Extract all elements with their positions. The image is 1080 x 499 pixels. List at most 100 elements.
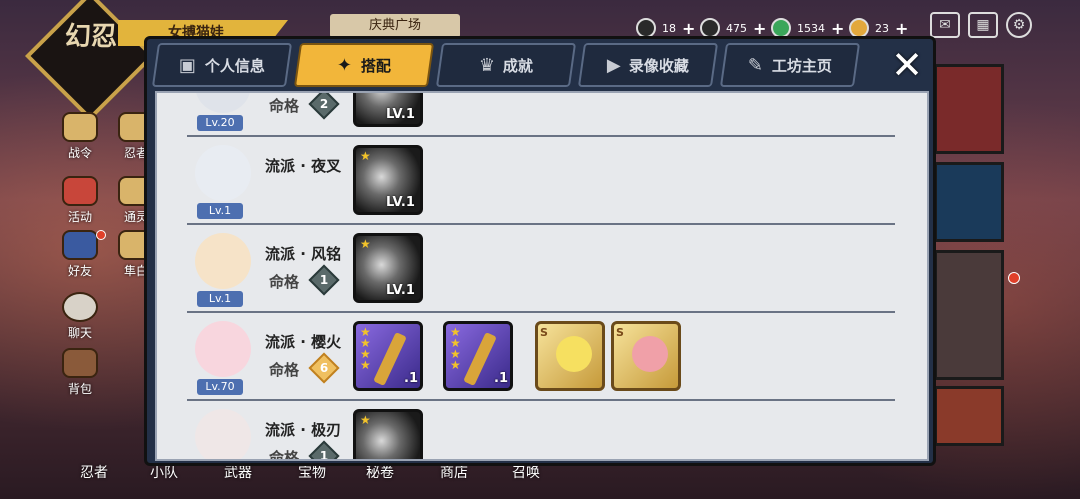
star-icon: ★ ★ ★ ★ xyxy=(450,325,461,372)
star-icon: ★ ★ ★ ★ xyxy=(360,325,371,372)
avatar[interactable] xyxy=(195,409,251,459)
sidebar-label: 好友 xyxy=(67,264,92,278)
level-badge: Lv.1 xyxy=(197,203,243,219)
school-label: 流派 · 极刃 xyxy=(265,421,342,439)
torii-icon xyxy=(62,176,98,206)
sidebar-item-friends[interactable]: 好友 xyxy=(58,230,102,279)
add-jade-button[interactable]: + xyxy=(831,19,844,38)
star-icon: ★ xyxy=(360,237,371,251)
weapon-slot[interactable]: ★ LV.1 xyxy=(353,145,423,215)
treasure-slot[interactable]: S xyxy=(611,321,681,391)
add-token-button[interactable]: + xyxy=(895,19,908,38)
weapon-level: .1 xyxy=(494,371,508,386)
fate-value: 1 xyxy=(319,449,329,461)
resource-value: 18 xyxy=(662,21,676,35)
star-icon: ★ xyxy=(360,149,371,163)
weapon-level: LV.1 xyxy=(386,283,415,298)
tab-label: 成就 xyxy=(503,56,534,75)
list-item: Lv.70 流派 · 樱火 命格 6 ★ ★ ★ ★ .1 ★ ★ ★ ★ .1 S S xyxy=(187,315,895,401)
blade-icon xyxy=(373,331,407,387)
fate-label: 命格 xyxy=(269,97,300,115)
tab-profile[interactable]: ▣ 个人信息 xyxy=(151,43,293,87)
sidebar-item-chat[interactable]: 聊天 xyxy=(58,292,102,341)
shop-icon[interactable]: ▦ xyxy=(968,12,998,38)
list-item: Lv.1 流派 · 夜叉 ★ LV.1 xyxy=(187,139,895,225)
avatar[interactable] xyxy=(195,233,251,289)
avatar[interactable] xyxy=(195,93,251,113)
pen-icon: ✎ xyxy=(748,54,764,76)
right-banner-card[interactable] xyxy=(934,386,1004,446)
onigiri-icon xyxy=(636,18,656,38)
avatar[interactable] xyxy=(195,145,251,201)
list-item: Lv.20 命格 2 LV.1 xyxy=(187,93,895,137)
star-icon: ★ xyxy=(360,413,371,427)
tab-replays[interactable]: ▶ 录像收藏 xyxy=(577,43,719,87)
rank-badge: S xyxy=(616,326,624,339)
battle-pass-icon xyxy=(62,112,98,142)
weapon-slot[interactable]: ★ xyxy=(353,409,423,459)
level-badge: Lv.1 xyxy=(197,291,243,307)
hud-icons: ✉ ▦ ⚙ xyxy=(930,12,1032,38)
resource-value: 475 xyxy=(726,21,747,35)
play-icon: ▶ xyxy=(607,54,621,76)
sidebar-label: 战令 xyxy=(67,146,92,160)
resource-value: 23 xyxy=(875,21,889,35)
tab-label: 个人信息 xyxy=(204,56,265,75)
plaza-sign[interactable]: 庆典广场 xyxy=(330,14,460,38)
right-banner-card[interactable] xyxy=(934,64,1004,154)
gear-icon[interactable]: ⚙ xyxy=(1006,12,1032,38)
fate-label: 命格 xyxy=(269,361,300,379)
list-item: 流派 · 极刃 命格 1 ★ xyxy=(187,403,895,461)
blade-icon xyxy=(463,331,497,387)
sidebar-item-bag[interactable]: 背包 xyxy=(58,348,102,397)
shuriken-icon: ✦ xyxy=(337,54,353,76)
notification-dot xyxy=(96,230,106,240)
weapon-slot[interactable]: ★ ★ ★ ★ .1 xyxy=(443,321,513,391)
treasure-slot[interactable]: S xyxy=(535,321,605,391)
mail-icon[interactable]: ✉ xyxy=(930,12,960,38)
coin-icon xyxy=(700,18,720,38)
resource-coin: 475 + xyxy=(700,18,766,38)
sidebar-item-events[interactable]: 活动 xyxy=(58,176,102,225)
friend-icon xyxy=(62,230,98,260)
weapon-level: LV.1 xyxy=(386,195,415,210)
token-icon xyxy=(849,18,869,38)
fate-value: 6 xyxy=(319,361,329,375)
fate-label: 命格 xyxy=(269,449,300,461)
weapon-slot[interactable]: ★ LV.1 xyxy=(353,233,423,303)
tab-label: 工坊主页 xyxy=(771,56,832,75)
weapon-slot[interactable]: ★ ★ ★ ★ .1 xyxy=(353,321,423,391)
gourd-icon xyxy=(556,336,592,372)
profile-icon: ▣ xyxy=(179,54,197,76)
fate-value: 1 xyxy=(319,273,329,287)
sidebar-label: 聊天 xyxy=(67,326,92,340)
notification-dot xyxy=(1008,272,1020,284)
avatar[interactable] xyxy=(195,321,251,377)
list-item: Lv.1 流派 · 风铭 命格 1 ★ LV.1 xyxy=(187,227,895,313)
close-button[interactable]: ✕ xyxy=(885,45,929,87)
profile-modal: ▣ 个人信息 ✦ 搭配 ♛ 成就 ▶ 录像收藏 ✎ 工坊主页 ✕ Lv.20 命… xyxy=(144,36,936,466)
sidebar-label: 背包 xyxy=(67,382,92,396)
weapon-slot[interactable]: LV.1 xyxy=(353,93,423,127)
add-onigiri-button[interactable]: + xyxy=(682,19,695,38)
chat-icon xyxy=(62,292,98,322)
tab-achievements[interactable]: ♛ 成就 xyxy=(435,43,577,87)
tab-loadout[interactable]: ✦ 搭配 xyxy=(293,43,435,87)
add-coin-button[interactable]: + xyxy=(753,19,766,38)
trophy-icon: ♛ xyxy=(478,54,496,76)
weapon-level: LV.1 xyxy=(386,107,415,122)
loadout-list[interactable]: Lv.20 命格 2 LV.1 Lv.1 流派 · 夜叉 ★ LV.1 Lv.1… xyxy=(155,91,929,461)
tab-label: 搭配 xyxy=(360,56,391,75)
tab-label: 录像收藏 xyxy=(628,56,689,75)
bag-icon xyxy=(62,348,98,378)
level-badge: Lv.70 xyxy=(197,379,243,395)
rank-badge: S xyxy=(540,326,548,339)
tab-workshop[interactable]: ✎ 工坊主页 xyxy=(719,43,861,87)
school-label: 流派 · 樱火 xyxy=(265,333,342,351)
level-badge: Lv.20 xyxy=(197,115,243,131)
right-banner-card[interactable] xyxy=(934,162,1004,242)
sidebar-item-battle-pass[interactable]: 战令 xyxy=(58,112,102,161)
right-banner-card[interactable] xyxy=(934,250,1004,380)
nav-ninja[interactable]: 忍者 xyxy=(80,462,108,482)
fate-value: 2 xyxy=(319,97,329,111)
